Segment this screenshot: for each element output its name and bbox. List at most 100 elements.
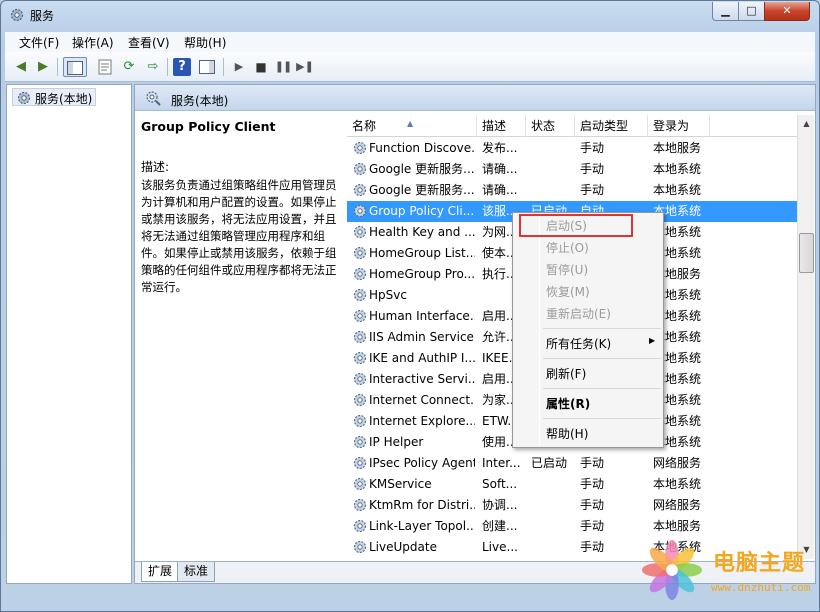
cell-logon-as: 本地服务	[653, 141, 702, 155]
menu-bar: 文件(F) 操作(A) 查看(V) 帮助(H)	[5, 32, 815, 52]
cell-startup-type: 手动	[580, 477, 605, 491]
table-row[interactable]: Function Discove... 发布... 手动 本地服务	[347, 138, 803, 159]
menu-item-properties[interactable]: 属性(R)	[546, 394, 590, 414]
cell-logon-as: 网络服务	[653, 456, 702, 470]
menu-gutter	[539, 215, 540, 445]
column-logon-as[interactable]: 登录为	[648, 115, 710, 137]
menu-item-resume[interactable]: 恢复(M)	[546, 282, 590, 302]
menu-help[interactable]: 帮助(H)	[184, 34, 226, 51]
close-button[interactable]: ✕	[764, 2, 810, 21]
service-gear-icon	[353, 309, 367, 323]
table-row[interactable]: KtmRm for Distri... 协调... 手动 网络服务	[347, 495, 803, 516]
table-row[interactable]: Link-Layer Topol... 创建... 手动 本地服务	[347, 516, 803, 537]
service-gear-icon	[353, 225, 367, 239]
services-gear-icon	[17, 91, 31, 105]
show-hide-console-tree-icon[interactable]	[63, 57, 87, 77]
watermark-url: www.dnzhuti.com	[711, 581, 811, 594]
column-description-label: 描述	[482, 119, 507, 133]
menu-item-help[interactable]: 帮助(H)	[546, 424, 588, 444]
highlight-box	[519, 214, 633, 237]
title-bar[interactable]: 服务 ▁ □ ✕	[1, 1, 819, 29]
table-row[interactable]: Google 更新服务... 请确... 手动 本地系统	[347, 180, 803, 201]
cell-name: Internet Connect...	[369, 393, 475, 407]
column-name-label: 名称	[352, 119, 377, 133]
menu-separator	[543, 328, 661, 329]
cell-startup-type: 手动	[580, 183, 605, 197]
tree-item-label: 服务(本地)	[35, 92, 93, 106]
cell-name: Internet Explore...	[369, 414, 475, 428]
action-pane-icon[interactable]	[197, 57, 217, 77]
cell-startup-type: 手动	[580, 498, 605, 512]
cell-logon-as: 网络服务	[653, 498, 702, 512]
services-gear-icon	[10, 8, 24, 22]
menu-separator	[543, 388, 661, 389]
stop-service-icon[interactable]: ■	[251, 57, 271, 77]
cell-name: Human Interface...	[369, 309, 475, 323]
tab-standard[interactable]: 标准	[177, 562, 216, 582]
window-title: 服务	[30, 9, 55, 23]
cell-startup-type: 手动	[580, 456, 605, 470]
menu-item-restart[interactable]: 重新启动(E)	[546, 304, 611, 324]
cell-name: KtmRm for Distri...	[369, 498, 475, 512]
table-row[interactable]: IPsec Policy Agent Inter... 已启动 手动 网络服务	[347, 453, 803, 474]
help-icon[interactable]: ?	[173, 58, 191, 76]
cell-name: IKE and AuthIP I...	[369, 351, 475, 365]
cell-description: Inter...	[482, 456, 521, 470]
vertical-scrollbar[interactable]: ▲ ▼	[797, 115, 814, 559]
cell-logon-as: 本地服务	[653, 519, 702, 533]
cell-logon-as: 本地系统	[653, 183, 702, 197]
cell-name: HomeGroup List...	[369, 246, 475, 260]
tab-extended[interactable]: 扩展	[141, 562, 180, 582]
back-arrow-icon[interactable]: ◀	[11, 57, 31, 77]
submenu-arrow-icon: ▶	[649, 336, 656, 345]
column-logon-as-label: 登录为	[653, 119, 690, 133]
column-status-label: 状态	[531, 119, 556, 133]
properties-sheet-icon[interactable]	[95, 57, 115, 77]
cell-description: 协调...	[482, 498, 518, 512]
menu-item-refresh[interactable]: 刷新(F)	[546, 364, 586, 384]
toolbar-separator	[223, 58, 224, 76]
cell-description: 发布...	[482, 141, 518, 155]
sort-ascending-icon: ▲	[407, 119, 414, 128]
service-gear-icon	[353, 372, 367, 386]
cell-description: 请确...	[482, 162, 518, 176]
restart-service-icon[interactable]: ▶❚	[295, 57, 315, 77]
table-row[interactable]: Google 更新服务... 请确... 手动 本地系统	[347, 159, 803, 180]
cell-name: LiveUpdate	[369, 540, 437, 554]
scrollbar-thumb[interactable]	[799, 233, 814, 273]
maximize-button[interactable]: □	[738, 2, 765, 21]
description-label: 描述:	[141, 160, 170, 174]
table-row[interactable]: KMService Soft... 手动 本地系统	[347, 474, 803, 495]
console-tree: 服务(本地)	[6, 84, 132, 584]
cell-name: IP Helper	[369, 435, 424, 449]
menu-view[interactable]: 查看(V)	[128, 34, 170, 51]
menu-item-stop[interactable]: 停止(O)	[546, 238, 589, 258]
cell-status: 已启动	[531, 456, 568, 470]
column-startup-type[interactable]: 启动类型	[575, 115, 648, 137]
service-gear-icon	[353, 204, 367, 218]
menu-file[interactable]: 文件(F)	[19, 34, 59, 51]
refresh-icon[interactable]: ⟳	[119, 57, 139, 77]
menu-item-pause[interactable]: 暂停(U)	[546, 260, 588, 280]
column-name[interactable]: 名称 ▲	[347, 115, 477, 137]
pause-service-icon[interactable]: ❚❚	[273, 57, 293, 77]
service-gear-icon	[353, 267, 367, 281]
watermark: 电脑主题 www.dnzhuti.com	[641, 537, 817, 609]
scroll-up-arrow-icon[interactable]: ▲	[799, 115, 814, 132]
column-header: 名称 ▲ 描述 状态 启动类型 登录为	[347, 115, 803, 137]
service-gear-icon	[353, 288, 367, 302]
service-gear-icon	[353, 498, 367, 512]
column-description[interactable]: 描述	[477, 115, 526, 137]
cell-name: HomeGroup Pro...	[369, 267, 475, 281]
forward-arrow-icon[interactable]: ▶	[33, 57, 53, 77]
minimize-button[interactable]: ▁	[712, 2, 739, 21]
service-gear-icon	[353, 162, 367, 176]
menu-item-all-tasks[interactable]: 所有任务(K)	[546, 334, 611, 354]
start-service-icon[interactable]: ▶	[229, 57, 249, 77]
services-pane: 服务(本地) Group Policy Client 描述: 该服务负责通过组策…	[134, 84, 816, 584]
column-status[interactable]: 状态	[526, 115, 575, 137]
service-gear-icon	[353, 246, 367, 260]
menu-action[interactable]: 操作(A)	[72, 34, 114, 51]
export-list-icon[interactable]: ⇨	[143, 57, 163, 77]
tree-item-services-local[interactable]: 服务(本地)	[12, 88, 97, 106]
